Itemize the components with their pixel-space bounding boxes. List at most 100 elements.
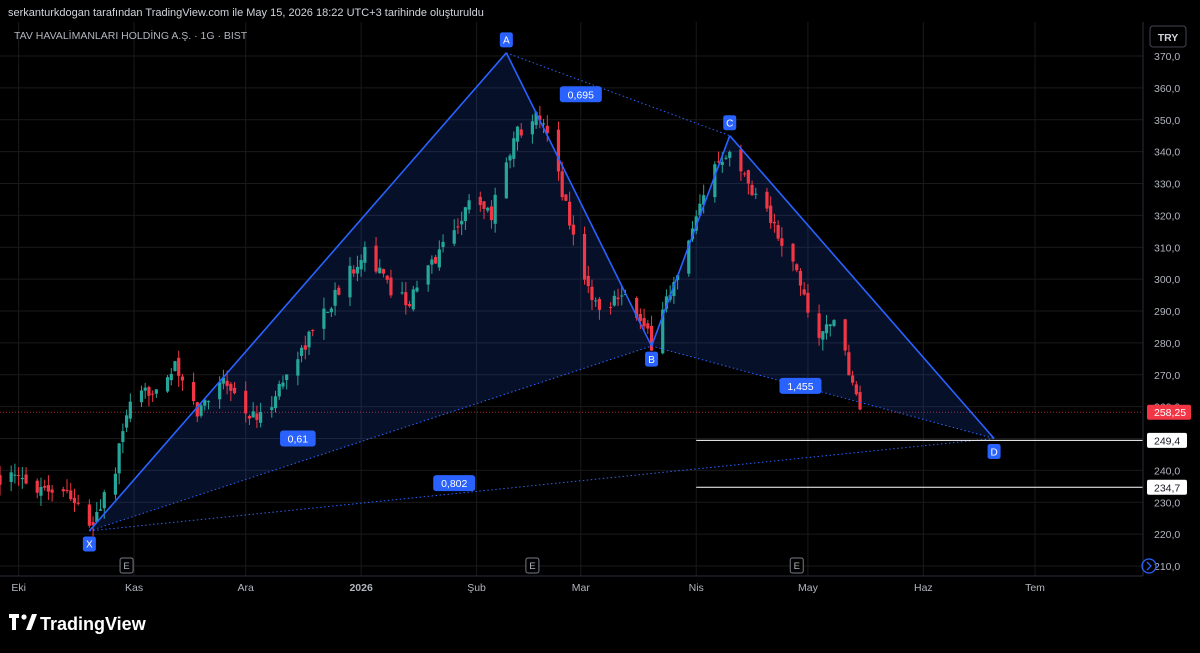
- candle-down[interactable]: [795, 264, 799, 271]
- candle-down[interactable]: [772, 221, 777, 224]
- candle-down[interactable]: [802, 289, 806, 295]
- candle-down[interactable]: [177, 357, 181, 376]
- candle-up[interactable]: [281, 382, 285, 387]
- candle-up[interactable]: [508, 155, 512, 161]
- candle-up[interactable]: [121, 431, 125, 443]
- candle-down[interactable]: [776, 225, 780, 239]
- candle-down[interactable]: [806, 292, 810, 313]
- candle-up[interactable]: [724, 157, 728, 159]
- candle-down[interactable]: [571, 224, 575, 235]
- candle-down[interactable]: [43, 486, 47, 488]
- candle-down[interactable]: [854, 384, 858, 395]
- y-tick-label[interactable]: 310,0: [1154, 242, 1180, 254]
- candle-down[interactable]: [69, 490, 73, 500]
- candle-up[interactable]: [124, 415, 129, 428]
- candle-up[interactable]: [169, 373, 173, 381]
- candle-down[interactable]: [616, 297, 620, 300]
- candle-down[interactable]: [750, 184, 754, 196]
- candle-up[interactable]: [824, 324, 829, 334]
- candle-down[interactable]: [255, 413, 259, 420]
- candle-up[interactable]: [515, 126, 520, 142]
- candle-up[interactable]: [329, 308, 333, 313]
- candle-down[interactable]: [232, 387, 237, 394]
- candle-up[interactable]: [39, 486, 43, 496]
- candle-down[interactable]: [87, 504, 91, 526]
- candle-down[interactable]: [478, 196, 482, 206]
- candle-up[interactable]: [206, 401, 211, 403]
- candle-down[interactable]: [72, 497, 77, 504]
- candle-up[interactable]: [13, 474, 17, 476]
- candle-up[interactable]: [259, 412, 263, 423]
- candle-down[interactable]: [858, 392, 862, 410]
- candle-down[interactable]: [568, 201, 572, 226]
- candle-up[interactable]: [165, 377, 170, 392]
- x-tick-label[interactable]: Tem: [1025, 582, 1045, 594]
- candle-down[interactable]: [642, 318, 646, 327]
- candle-down[interactable]: [791, 243, 795, 262]
- candle-down[interactable]: [489, 206, 494, 221]
- y-tick-label[interactable]: 220,0: [1154, 529, 1180, 541]
- candle-down[interactable]: [769, 205, 773, 223]
- candle-up[interactable]: [299, 347, 304, 356]
- x-tick-label[interactable]: May: [798, 582, 819, 594]
- candle-down[interactable]: [389, 277, 393, 296]
- candle-up[interactable]: [821, 331, 825, 340]
- candle-up[interactable]: [218, 382, 222, 400]
- candle-up[interactable]: [437, 249, 441, 268]
- candle-up[interactable]: [463, 207, 467, 222]
- candle-down[interactable]: [582, 233, 587, 280]
- candle-down[interactable]: [337, 287, 341, 295]
- candle-up[interactable]: [400, 292, 404, 294]
- candle-down[interactable]: [374, 245, 378, 272]
- candle-up[interactable]: [285, 374, 289, 380]
- candle-up[interactable]: [359, 260, 363, 270]
- candle-down[interactable]: [352, 269, 356, 274]
- candle-down[interactable]: [244, 390, 248, 414]
- candle-up[interactable]: [415, 287, 419, 292]
- candle-up[interactable]: [411, 289, 415, 310]
- candle-up[interactable]: [98, 509, 103, 511]
- x-tick-label[interactable]: Ara: [238, 582, 255, 594]
- candle-down[interactable]: [46, 485, 51, 492]
- candle-up[interactable]: [430, 259, 434, 265]
- candle-down[interactable]: [407, 304, 412, 307]
- candle-down[interactable]: [76, 502, 80, 504]
- candle-up[interactable]: [277, 383, 281, 397]
- x-tick-label[interactable]: Mar: [572, 582, 591, 594]
- y-tick-label[interactable]: 300,0: [1154, 274, 1180, 286]
- earnings-marker-label[interactable]: E: [123, 561, 129, 572]
- candle-down[interactable]: [556, 129, 561, 172]
- candle-up[interactable]: [139, 390, 144, 403]
- candle-up[interactable]: [828, 324, 832, 327]
- candle-down[interactable]: [225, 380, 229, 386]
- candle-up[interactable]: [333, 289, 337, 306]
- candle-down[interactable]: [482, 201, 486, 209]
- candle-down[interactable]: [765, 191, 769, 209]
- y-tick-label[interactable]: 270,0: [1154, 370, 1180, 382]
- candle-up[interactable]: [322, 308, 326, 329]
- candle-down[interactable]: [456, 226, 460, 228]
- candle-up[interactable]: [20, 477, 24, 480]
- candle-down[interactable]: [519, 129, 523, 136]
- currency-label[interactable]: TRY: [1158, 32, 1179, 44]
- y-tick-label[interactable]: 210,0: [1154, 561, 1180, 573]
- tradingview-brand[interactable]: TradingView: [40, 614, 147, 634]
- candle-down[interactable]: [560, 171, 564, 198]
- candle-down[interactable]: [65, 489, 69, 492]
- candle-down[interactable]: [311, 329, 315, 331]
- candle-up[interactable]: [113, 473, 118, 495]
- candle-up[interactable]: [460, 220, 464, 225]
- candle-down[interactable]: [746, 170, 750, 184]
- candle-up[interactable]: [467, 200, 471, 210]
- candle-down[interactable]: [17, 475, 21, 477]
- candle-up[interactable]: [173, 361, 177, 372]
- logo-shape-dot[interactable]: [21, 614, 27, 620]
- candle-up[interactable]: [504, 162, 508, 199]
- candle-up[interactable]: [493, 194, 497, 224]
- candle-up[interactable]: [348, 265, 352, 298]
- candle-up[interactable]: [530, 121, 535, 135]
- candle-up[interactable]: [154, 389, 158, 394]
- candle-down[interactable]: [608, 306, 613, 308]
- candle-up[interactable]: [832, 320, 836, 326]
- candle-up[interactable]: [9, 472, 13, 482]
